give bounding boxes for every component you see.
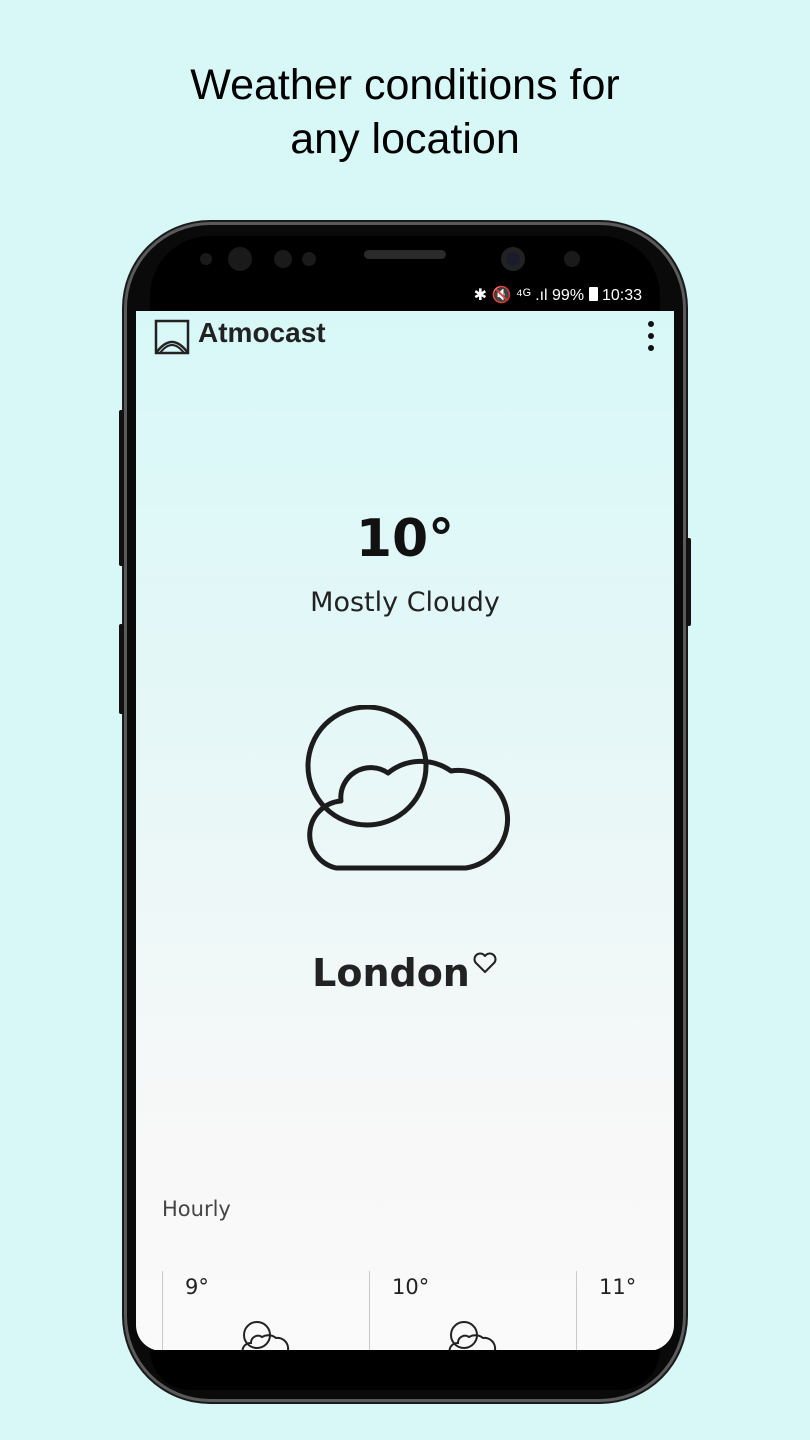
more-vert-icon[interactable]	[642, 319, 660, 353]
promo-headline-line1: Weather conditions for	[190, 61, 620, 109]
iris-scanner-icon	[228, 247, 252, 271]
app-screen: Atmocast 10° Mostly Cloudy London Hourly…	[136, 311, 674, 1351]
power-button	[686, 538, 691, 626]
flash-sensor-icon	[564, 251, 580, 267]
hourly-item[interactable]: 11°	[576, 1271, 674, 1351]
status-icons: ✱ 🔇 ⁴ᴳ .ıl	[473, 287, 548, 304]
hourly-temp: 9°	[185, 1275, 209, 1299]
atmocast-logo-icon	[154, 319, 190, 355]
hourly-temp: 11°	[599, 1275, 637, 1299]
light-sensor-icon	[302, 252, 316, 266]
phone-bottom-bezel	[150, 1350, 660, 1390]
earpiece-speaker	[364, 250, 446, 259]
clock: 10:33	[601, 287, 642, 304]
battery-percent: 99%	[552, 287, 585, 304]
hourly-forecast-strip[interactable]: 9° 10° 11°	[162, 1271, 674, 1351]
hourly-temp: 10°	[392, 1275, 430, 1299]
heart-outline-icon[interactable]	[472, 951, 498, 975]
current-condition: Mostly Cloudy	[310, 587, 500, 618]
status-bar: ✱ 🔇 ⁴ᴳ .ıl 99% 10:33	[150, 284, 642, 308]
hourly-item[interactable]: 10°	[369, 1271, 577, 1351]
bixby-button	[119, 624, 124, 714]
mostly-cloudy-icon	[305, 705, 511, 871]
city-row: London	[136, 951, 674, 995]
proximity-sensor-icon	[274, 250, 292, 268]
promo-headline: Weather conditions for any location	[0, 58, 810, 166]
battery-icon	[588, 287, 598, 301]
hourly-section-title: Hourly	[162, 1197, 231, 1221]
mostly-cloudy-icon	[448, 1321, 497, 1351]
sensor-icon	[200, 253, 212, 265]
app-title: Atmocast	[198, 317, 326, 348]
app-bar: Atmocast	[136, 311, 674, 361]
hourly-item[interactable]: 9°	[162, 1271, 370, 1351]
front-camera-icon	[501, 247, 525, 271]
city-name[interactable]: London	[312, 951, 470, 995]
mostly-cloudy-icon	[241, 1321, 290, 1351]
current-temperature: 10°	[355, 509, 455, 569]
promo-headline-line2: any location	[290, 115, 520, 163]
volume-up-button	[119, 410, 124, 566]
